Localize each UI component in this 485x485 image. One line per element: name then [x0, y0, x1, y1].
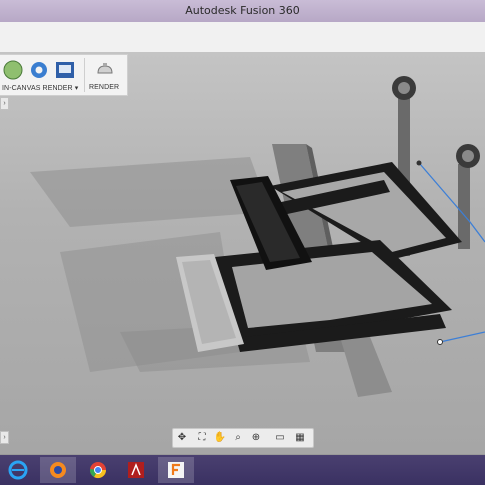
- right-gear: [456, 144, 480, 168]
- chevron-down-icon[interactable]: ▾: [75, 85, 79, 92]
- window-title: Autodesk Fusion 360: [185, 4, 300, 17]
- internet-explorer-icon: [8, 460, 28, 480]
- taskbar-fusion-360[interactable]: [158, 457, 194, 483]
- sketch-line: [439, 331, 485, 343]
- grid-icon[interactable]: ▦: [293, 431, 307, 445]
- render-toolbar: IN-CANVAS RENDER ▾ RENDER: [0, 54, 128, 96]
- taskbar-internet-explorer[interactable]: [0, 457, 36, 483]
- fusion-360-icon: [168, 462, 184, 478]
- chrome-icon: [89, 462, 107, 479]
- orbit-icon[interactable]: ✥: [175, 431, 189, 445]
- right-post: [458, 164, 470, 249]
- left-panel-toggle[interactable]: ›: [0, 97, 9, 110]
- sketch-point[interactable]: [437, 339, 443, 345]
- taskbar-acrobat[interactable]: [118, 457, 154, 483]
- taskbar-chrome[interactable]: [80, 457, 116, 483]
- taskbar: [0, 455, 485, 485]
- acrobat-icon: [128, 462, 144, 478]
- fit-icon[interactable]: ⊕: [249, 431, 263, 445]
- ribbon-strip: [0, 22, 485, 53]
- title-bar: Autodesk Fusion 360: [0, 0, 485, 23]
- shadow: [30, 157, 270, 227]
- model-render: [30, 76, 485, 397]
- render-label[interactable]: RENDER: [89, 84, 119, 91]
- render-teapot-icon[interactable]: [94, 59, 116, 81]
- taskbar-firefox[interactable]: [40, 457, 76, 483]
- sketch-point[interactable]: [416, 160, 422, 166]
- firefox-icon: [50, 462, 66, 478]
- in-canvas-render-label[interactable]: IN-CANVAS RENDER: [2, 85, 73, 92]
- left-gear: [392, 76, 416, 100]
- capture-image-icon[interactable]: [54, 59, 76, 81]
- bottom-panel-toggle[interactable]: ›: [0, 431, 9, 444]
- navigation-bar: ✥ ⛶ ✋ ⌕ ⊕ ▭ ▦: [172, 428, 314, 448]
- display-settings-icon[interactable]: ▭: [273, 431, 287, 445]
- render-settings-gear-icon[interactable]: [28, 59, 50, 81]
- bottom-block: [340, 337, 392, 397]
- in-canvas-render-play-icon[interactable]: [2, 59, 24, 81]
- canvas-viewport[interactable]: [0, 52, 485, 454]
- look-at-icon[interactable]: ⛶: [195, 431, 209, 445]
- zoom-icon[interactable]: ⌕: [231, 431, 245, 445]
- toolbar-divider: [84, 58, 85, 92]
- pan-icon[interactable]: ✋: [213, 431, 227, 445]
